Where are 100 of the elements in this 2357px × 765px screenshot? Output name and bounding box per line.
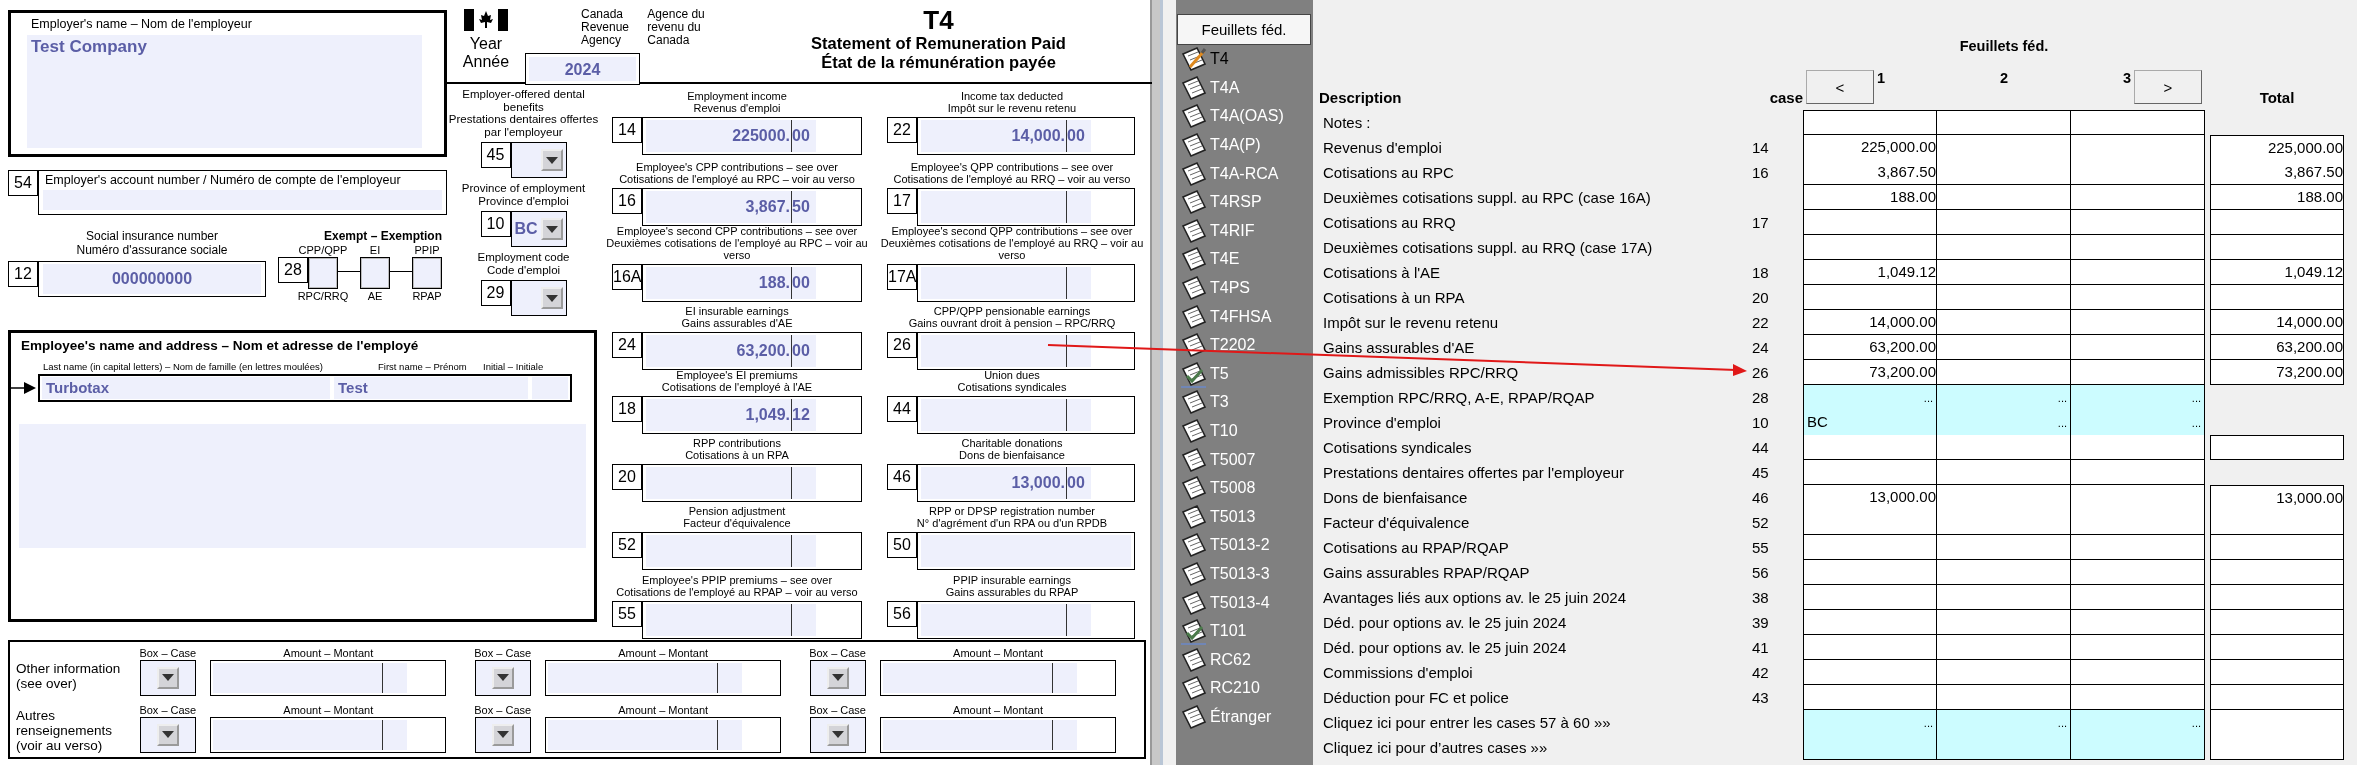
sidebar-item[interactable]: T4A <box>1176 73 1313 103</box>
sidebar-item[interactable]: T5013-2 <box>1176 531 1313 560</box>
table-cell[interactable]: ... <box>2071 385 2205 411</box>
checkbox[interactable] <box>308 257 338 289</box>
dropdown-button[interactable] <box>156 666 179 689</box>
table-cell[interactable]: ... <box>1937 710 2071 736</box>
cents-field[interactable]: 00 <box>792 120 816 152</box>
table-cell[interactable]: ... <box>2071 710 2205 736</box>
dollars-field[interactable]: 188. <box>646 267 792 299</box>
dropdown-field[interactable] <box>809 659 866 696</box>
dollars-field[interactable] <box>921 604 1067 636</box>
table-cell[interactable]: ... <box>1937 410 2071 436</box>
dropdown-field[interactable] <box>474 659 531 696</box>
table-cell[interactable]: BC <box>1803 410 1937 436</box>
cents-field[interactable]: 00 <box>1067 120 1091 152</box>
sin-field[interactable]: 000000000 <box>43 264 261 294</box>
cents-field[interactable]: 50 <box>792 191 816 223</box>
table-cell[interactable]: ... <box>1937 385 2071 411</box>
sidebar-item[interactable]: T4A-RCA <box>1176 159 1313 188</box>
dollars-field[interactable]: 3,867. <box>646 191 792 223</box>
initial-field[interactable] <box>532 377 568 399</box>
dropdown-field[interactable] <box>510 142 567 178</box>
amount-field[interactable]: 1,049.12 <box>642 396 862 434</box>
sidebar-item[interactable]: T4A(P) <box>1176 130 1313 160</box>
dollars-field[interactable]: 13,000. <box>921 467 1067 499</box>
cents-field[interactable] <box>1067 191 1091 223</box>
amount-field[interactable]: 63,200.00 <box>642 332 862 370</box>
cents-field[interactable] <box>792 467 816 499</box>
amount-field[interactable] <box>880 716 1116 753</box>
table-cell[interactable] <box>1803 735 1937 760</box>
table-cell[interactable]: ... <box>1803 385 1937 411</box>
cents-field[interactable]: 00 <box>792 267 816 299</box>
cents-field[interactable] <box>1067 267 1091 299</box>
sidebar-item[interactable]: T4RIF <box>1176 216 1313 246</box>
dollars-field[interactable] <box>921 191 1067 223</box>
sidebar-item[interactable]: T5007 <box>1176 445 1313 474</box>
amount-field[interactable] <box>210 659 447 696</box>
amount-field[interactable] <box>210 716 447 753</box>
amount-field[interactable] <box>917 396 1135 434</box>
cents-field[interactable]: 00 <box>792 335 816 367</box>
sidebar-item[interactable]: RC210 <box>1176 674 1313 703</box>
first-name-field[interactable]: Test <box>334 377 528 399</box>
dollars-field[interactable]: 14,000. <box>921 120 1067 152</box>
dollars-field[interactable] <box>921 267 1067 299</box>
sidebar-item[interactable]: T4FHSA <box>1176 302 1313 331</box>
dropdown-field[interactable] <box>510 280 567 316</box>
dropdown-button[interactable] <box>156 723 179 746</box>
sidebar-item[interactable]: T5013-3 <box>1176 559 1313 589</box>
amount-field[interactable] <box>545 659 782 696</box>
checkbox[interactable] <box>360 257 390 289</box>
amount-field[interactable] <box>545 716 782 753</box>
dropdown-button[interactable] <box>491 723 514 746</box>
cents-field[interactable] <box>1067 604 1091 636</box>
sidebar-item[interactable]: T5013-4 <box>1176 588 1313 617</box>
amount-field[interactable] <box>917 188 1135 226</box>
next-button[interactable]: > <box>2134 70 2202 104</box>
sidebar-item[interactable]: T3 <box>1176 388 1313 417</box>
dropdown-field[interactable] <box>474 716 531 753</box>
dollars-field[interactable] <box>646 467 792 499</box>
sidebar-item[interactable]: T4RSP <box>1176 187 1313 217</box>
dollars-field[interactable]: 63,200. <box>646 335 792 367</box>
sidebar-item[interactable]: T5008 <box>1176 473 1313 503</box>
sidebar-item[interactable]: T4E <box>1176 245 1313 274</box>
table-cell[interactable]: ... <box>1803 710 1937 736</box>
amount-field[interactable]: 14,000.00 <box>917 117 1135 155</box>
dropdown-button[interactable] <box>540 218 563 240</box>
table-cell[interactable]: ... <box>2071 410 2205 436</box>
table-cell[interactable] <box>2071 735 2205 760</box>
year-field[interactable]: 2024 <box>525 53 640 85</box>
amount-field[interactable] <box>917 332 1135 370</box>
cents-field[interactable]: 00 <box>1067 467 1091 499</box>
sidebar-header-button[interactable]: Feuillets féd. <box>1177 14 1311 45</box>
sidebar-item[interactable]: Étranger <box>1176 702 1313 732</box>
amount-field[interactable]: 3,867.50 <box>642 188 862 226</box>
dropdown-field[interactable] <box>139 716 196 753</box>
dollars-field[interactable] <box>921 335 1067 367</box>
dropdown-button[interactable] <box>491 666 514 689</box>
sidebar-item[interactable]: RC62 <box>1176 645 1313 675</box>
employer-name-field[interactable]: Test Company <box>27 35 422 148</box>
amount-field[interactable] <box>917 601 1135 639</box>
amount-field[interactable] <box>642 532 862 570</box>
dollars-field[interactable]: 225000. <box>646 120 792 152</box>
cents-field[interactable] <box>1067 399 1091 431</box>
sidebar-item[interactable]: T4 <box>1176 45 1313 74</box>
sidebar-item[interactable]: T101 <box>1176 616 1313 646</box>
amount-field[interactable] <box>880 659 1116 696</box>
sidebar-item[interactable]: T10 <box>1176 416 1313 446</box>
cents-field[interactable] <box>792 604 816 636</box>
dollars-field[interactable] <box>646 535 792 567</box>
dropdown-field[interactable] <box>139 659 196 696</box>
dropdown-field[interactable] <box>809 716 866 753</box>
sidebar-item[interactable]: T5013 <box>1176 502 1313 532</box>
sidebar-item[interactable]: T4PS <box>1176 273 1313 303</box>
checkbox[interactable] <box>412 257 442 289</box>
cents-field[interactable]: 12 <box>792 399 816 431</box>
dollars-field[interactable] <box>646 604 792 636</box>
cents-field[interactable] <box>1067 335 1091 367</box>
sidebar-item[interactable]: T5 <box>1176 359 1313 389</box>
sidebar-item[interactable]: T2202 <box>1176 330 1313 360</box>
sidebar-item[interactable]: T4A(OAS) <box>1176 102 1313 131</box>
